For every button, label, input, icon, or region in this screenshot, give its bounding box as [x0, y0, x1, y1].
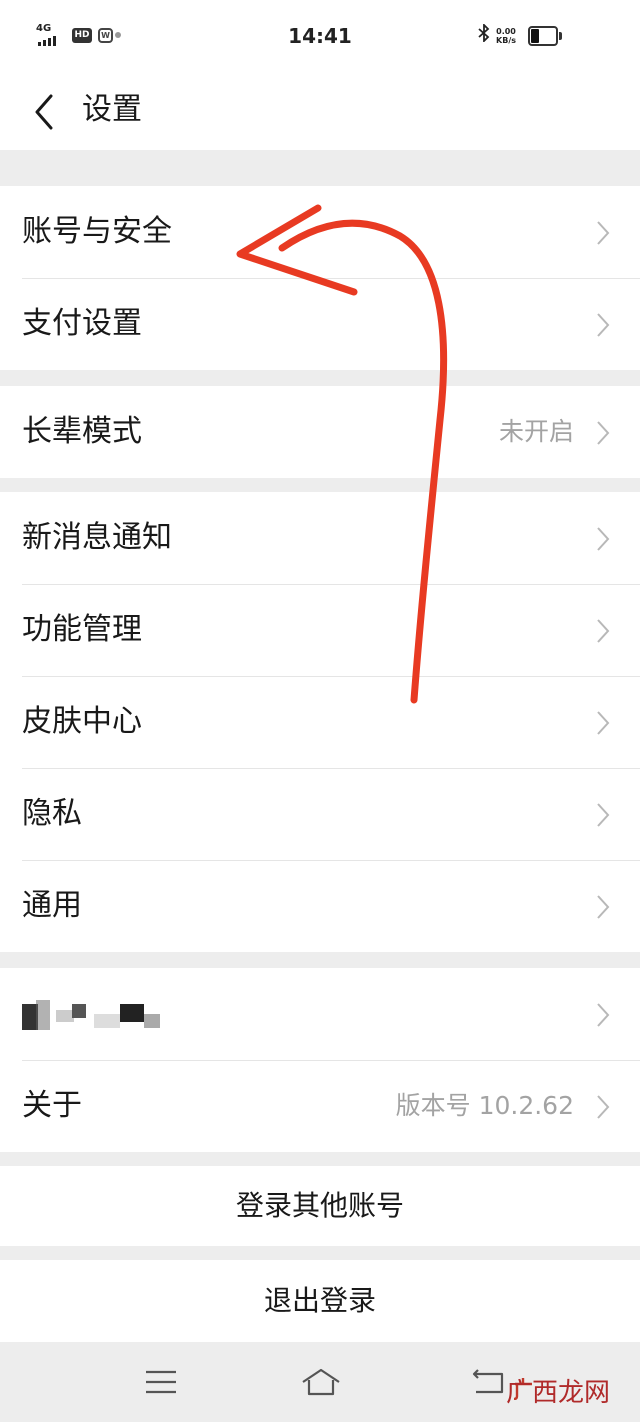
- settings-item-elder-mode[interactable]: 长辈模式 未开启: [0, 386, 640, 478]
- speed-value: 0.00: [496, 26, 516, 36]
- page-title: 设置: [82, 92, 142, 127]
- chevron-right-icon: [597, 619, 610, 643]
- network-speed: 0.00 KB/s: [496, 27, 516, 45]
- settings-item-label: 支付设置: [22, 306, 142, 341]
- settings-item-about[interactable]: 关于 版本号 10.2.62: [0, 1060, 640, 1152]
- settings-item-label: 皮肤中心: [22, 704, 142, 739]
- logout-label: 退出登录: [263, 1284, 376, 1317]
- settings-group-general: 新消息通知 功能管理 皮肤中心 隐私 通用: [0, 492, 640, 952]
- settings-item-label: 通用: [22, 888, 82, 923]
- chevron-right-icon: [597, 221, 610, 245]
- settings-item-notifications[interactable]: 新消息通知: [0, 492, 640, 584]
- switch-account-label: 登录其他账号: [235, 1189, 404, 1222]
- redacted-label-mosaic: [22, 1000, 160, 1030]
- settings-group-about: 关于 版本号 10.2.62: [0, 968, 640, 1152]
- version-number: 版本号 10.2.62: [395, 1091, 574, 1120]
- return-icon[interactable]: [470, 1366, 506, 1398]
- back-icon[interactable]: [30, 92, 60, 132]
- settings-item-label: 长辈模式: [22, 414, 142, 449]
- settings-item-label: 新消息通知: [22, 520, 172, 555]
- settings-item-label: 隐私: [22, 796, 82, 831]
- chevron-right-icon: [597, 1095, 610, 1119]
- menu-icon[interactable]: [143, 1366, 179, 1398]
- settings-item-features[interactable]: 功能管理: [0, 584, 640, 676]
- battery-icon: [528, 26, 562, 46]
- settings-item-label: 账号与安全: [22, 214, 172, 249]
- elder-mode-status: 未开启: [498, 417, 574, 446]
- chevron-right-icon: [597, 1003, 610, 1027]
- switch-account-button[interactable]: 登录其他账号: [0, 1166, 640, 1246]
- settings-group-account: 账号与安全 支付设置: [0, 186, 640, 370]
- speed-unit: KB/s: [496, 35, 516, 45]
- status-bar: 4G HD W 14:41 0.00 KB/s: [0, 0, 640, 72]
- chevron-right-icon: [597, 527, 610, 551]
- home-icon[interactable]: [300, 1366, 342, 1398]
- chevron-right-icon: [597, 313, 610, 337]
- nav-header: 设置: [0, 72, 640, 150]
- settings-item-label: 关于: [22, 1088, 82, 1123]
- settings-item-redacted[interactable]: [0, 968, 640, 1060]
- settings-item-account-security[interactable]: 账号与安全: [0, 186, 640, 278]
- settings-item-payment[interactable]: 支付设置: [0, 278, 640, 370]
- watermark-text: 广西龙网: [505, 1378, 610, 1408]
- logout-button[interactable]: 退出登录: [0, 1260, 640, 1342]
- chevron-right-icon: [597, 895, 610, 919]
- bluetooth-icon: [478, 22, 490, 47]
- chevron-right-icon: [597, 711, 610, 735]
- settings-item-privacy[interactable]: 隐私: [0, 768, 640, 860]
- chevron-right-icon: [597, 803, 610, 827]
- chevron-right-icon: [597, 421, 610, 445]
- settings-item-skin-center[interactable]: 皮肤中心: [0, 676, 640, 768]
- status-right: 0.00 KB/s: [478, 22, 516, 47]
- settings-item-general[interactable]: 通用: [0, 860, 640, 952]
- settings-group-elder: 长辈模式 未开启: [0, 386, 640, 478]
- settings-item-label: 功能管理: [22, 612, 142, 647]
